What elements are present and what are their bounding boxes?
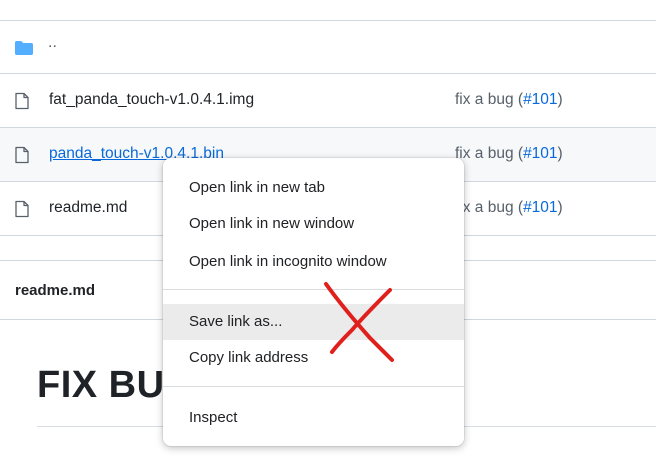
menu-item-open-new-window[interactable]: Open link in new window xyxy=(163,206,464,242)
menu-item-inspect[interactable]: Inspect xyxy=(163,400,464,436)
readme-title[interactable]: readme.md xyxy=(15,282,95,299)
commit-text-close: ) xyxy=(557,199,563,216)
commit-text[interactable]: fix a bug ( xyxy=(455,91,523,108)
menu-item-save-link-as[interactable]: Save link as... xyxy=(163,304,464,340)
commit-text[interactable]: fix a bug ( xyxy=(455,145,523,162)
table-row: fat_panda_touch-v1.0.4.1.img fix a bug (… xyxy=(0,74,656,128)
commit-text-close: ) xyxy=(557,91,563,108)
readme-heading: FIX BU xyxy=(37,364,165,406)
file-icon xyxy=(15,92,29,110)
menu-item-open-incognito[interactable]: Open link in incognito window xyxy=(163,244,464,280)
commit-message: fix a bug (#101) xyxy=(455,145,563,163)
table-header-strip xyxy=(0,0,656,21)
menu-separator xyxy=(163,289,464,290)
folder-icon xyxy=(15,41,33,55)
issue-link[interactable]: #101 xyxy=(523,91,557,108)
file-icon xyxy=(15,146,29,164)
file-icon xyxy=(15,200,29,218)
parent-directory-link[interactable]: .. xyxy=(48,34,57,52)
commit-text[interactable]: fix a bug ( xyxy=(455,199,523,216)
commit-message: fix a bug (#101) xyxy=(455,91,563,109)
menu-item-copy-link-address[interactable]: Copy link address xyxy=(163,340,464,376)
file-name-link[interactable]: fat_panda_touch-v1.0.4.1.img xyxy=(49,91,254,109)
menu-item-open-new-tab[interactable]: Open link in new tab xyxy=(163,170,464,206)
parent-directory-row[interactable]: .. xyxy=(0,20,656,74)
context-menu: Open link in new tab Open link in new wi… xyxy=(163,158,464,446)
menu-separator xyxy=(163,386,464,387)
commit-text-close: ) xyxy=(557,145,563,162)
commit-message: fix a bug (#101) xyxy=(455,199,563,217)
file-name-link[interactable]: readme.md xyxy=(49,199,127,217)
issue-link[interactable]: #101 xyxy=(523,199,557,216)
issue-link[interactable]: #101 xyxy=(523,145,557,162)
